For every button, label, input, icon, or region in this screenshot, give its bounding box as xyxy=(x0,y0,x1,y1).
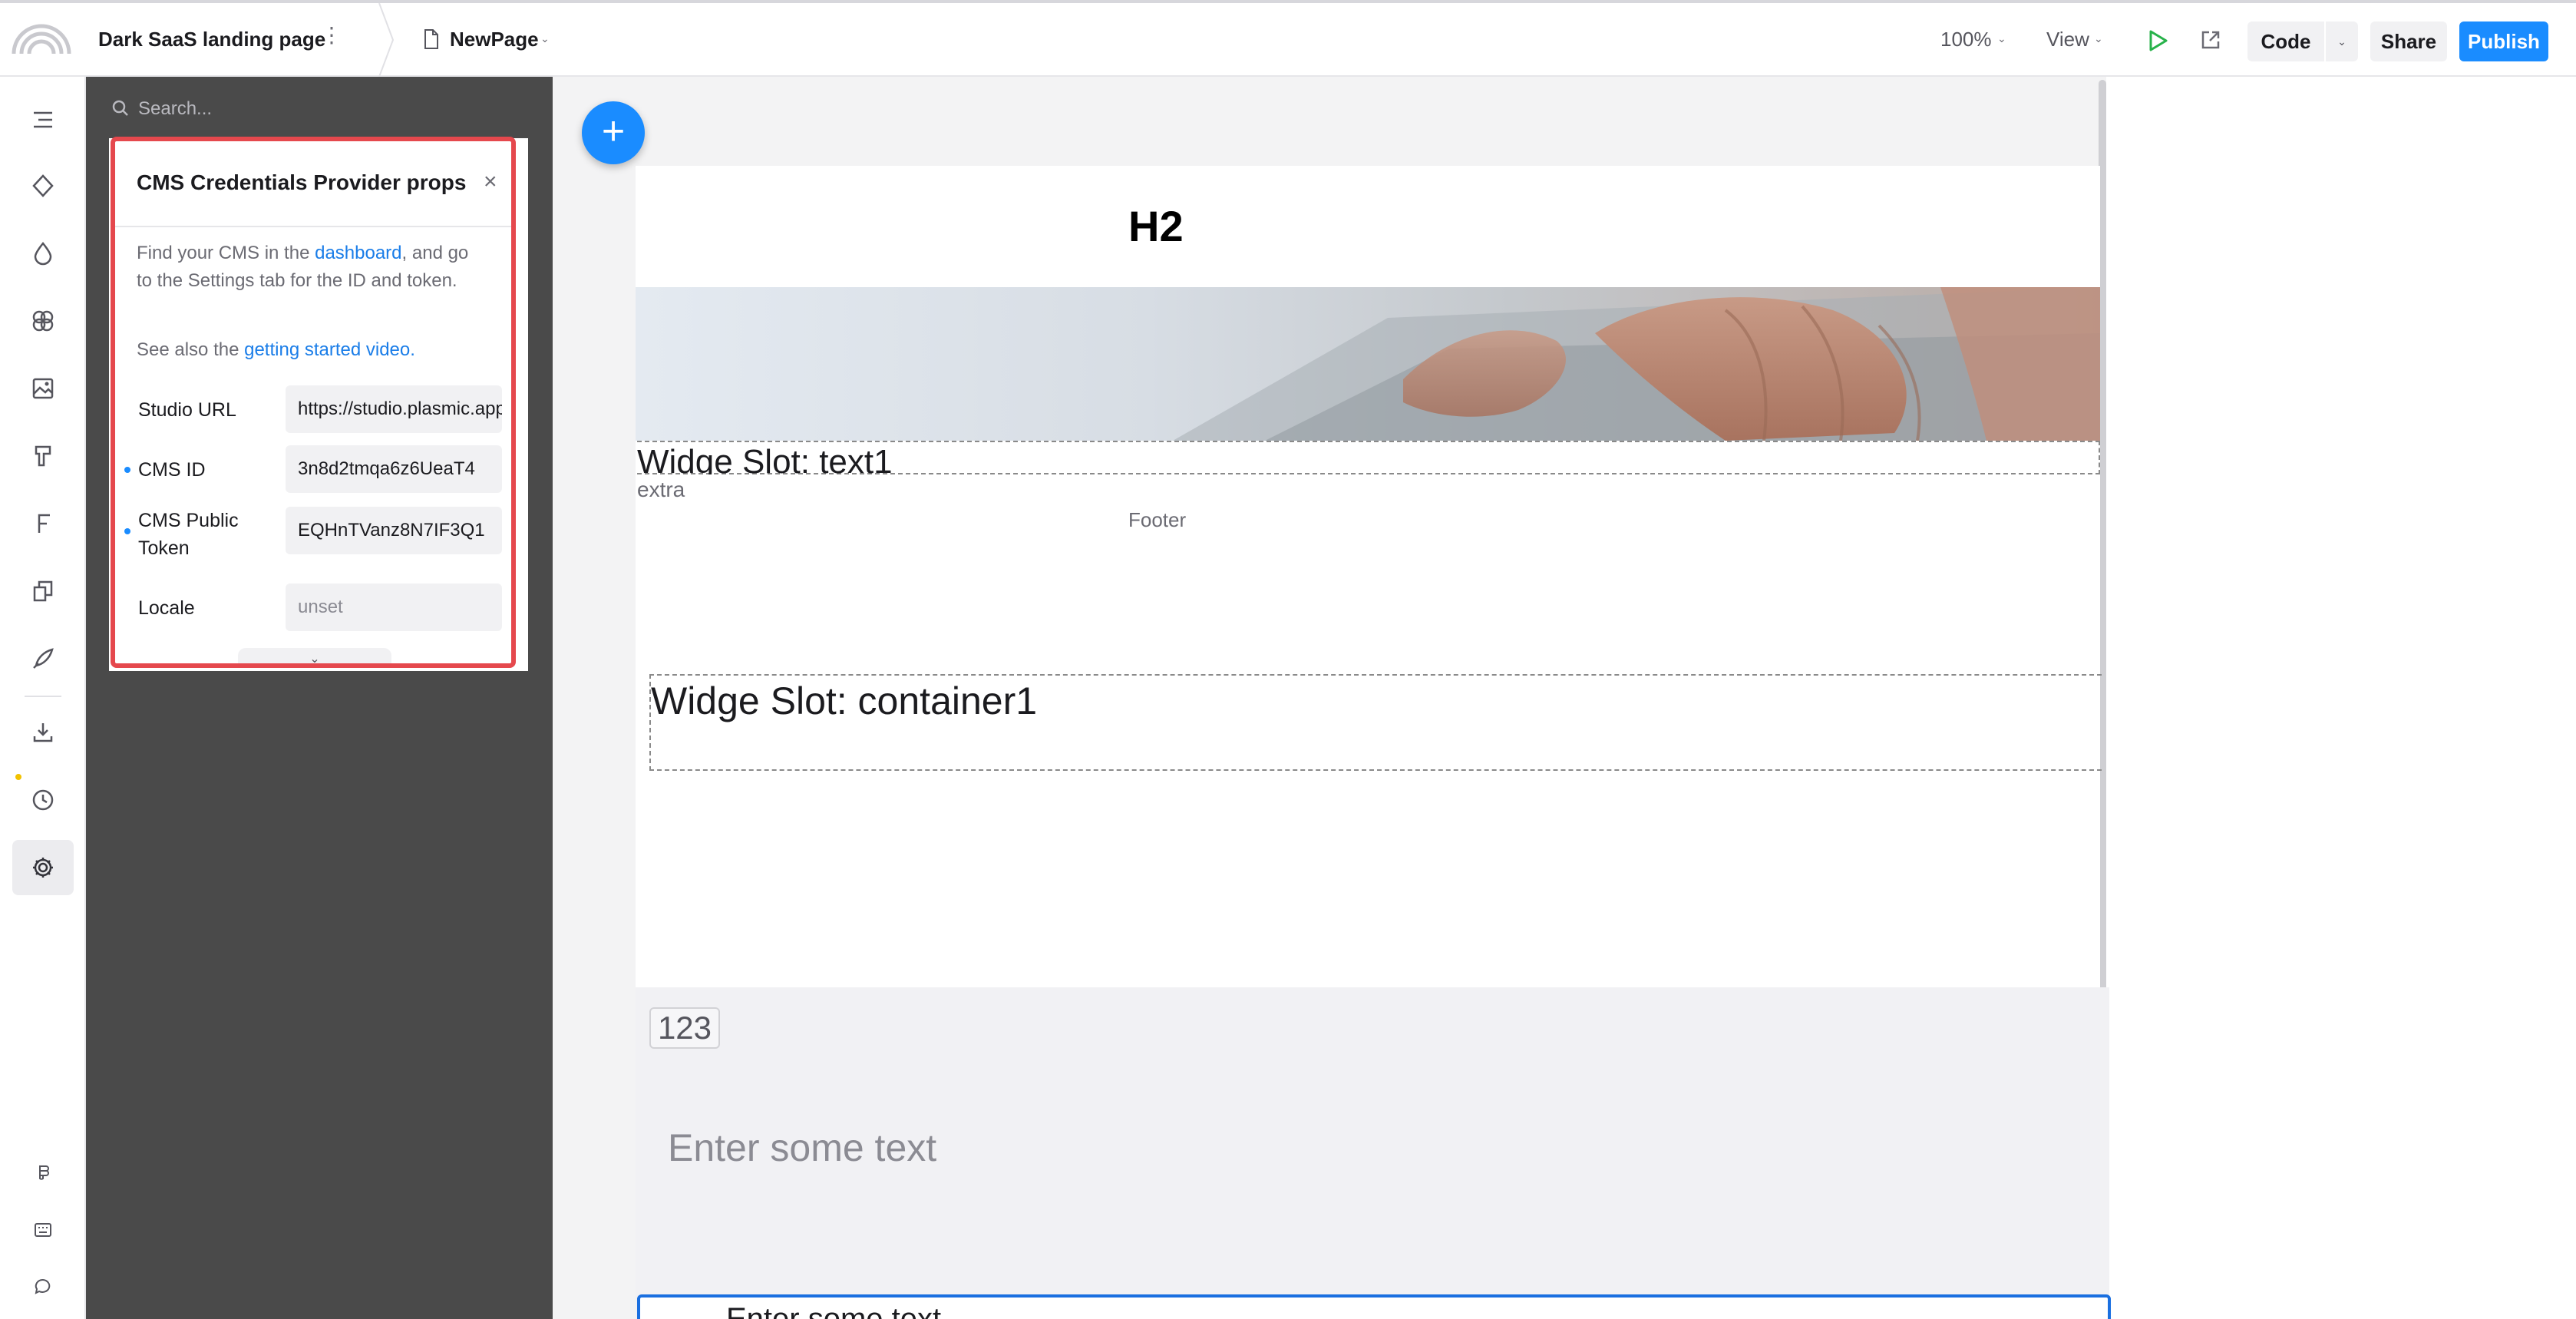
description-text: Find your CMS in the xyxy=(137,243,315,263)
prop-label: Locale xyxy=(138,597,195,619)
prop-label: CMS ID xyxy=(138,459,206,481)
tokens-icon xyxy=(34,242,52,266)
see-also-text: See also the getting started video. xyxy=(137,336,490,364)
selected-text-input-value[interactable]: Enter some text xyxy=(726,1302,941,1319)
extra-label[interactable]: extra xyxy=(637,478,685,502)
see-also-suffix: . xyxy=(410,339,415,360)
data-tab[interactable] xyxy=(12,428,74,484)
shortcuts-tab[interactable] xyxy=(12,1202,74,1258)
page-selector[interactable]: NewPage xyxy=(450,28,539,51)
top-bar: Dark SaaS landing page ⋮ NewPage ⌄ 100% … xyxy=(0,0,2576,77)
figma-tab[interactable] xyxy=(12,1145,74,1201)
outline-tab[interactable] xyxy=(12,92,74,147)
scroll-down-icon[interactable]: ⌄ xyxy=(238,648,391,663)
components-tab[interactable] xyxy=(12,158,74,213)
chevron-down-icon[interactable]: ⌄ xyxy=(2094,32,2103,45)
figma-icon xyxy=(39,1165,49,1180)
download-icon xyxy=(33,723,53,742)
studio-url-field[interactable]: https://studio.plasmic.app xyxy=(286,385,502,433)
prop-label: Studio URL xyxy=(138,399,236,421)
external-link-icon[interactable] xyxy=(2200,29,2221,51)
popover-title: CMS Credentials Provider props xyxy=(137,170,467,194)
share-button[interactable]: Share xyxy=(2370,21,2447,61)
rail-divider xyxy=(25,696,61,697)
locale-field[interactable]: unset xyxy=(286,583,502,631)
history-tab[interactable] xyxy=(12,772,74,828)
divider xyxy=(115,226,511,227)
components-icon xyxy=(32,174,54,197)
chat-icon xyxy=(35,1278,51,1294)
footer-label[interactable]: Footer xyxy=(1128,508,1186,532)
pages-tab[interactable] xyxy=(12,564,74,619)
plasmic-logo-icon[interactable] xyxy=(11,18,72,57)
breadcrumb-separator-icon xyxy=(378,3,395,77)
project-menu-icon[interactable]: ⋮ xyxy=(321,25,342,46)
dashboard-link[interactable]: dashboard xyxy=(315,243,401,263)
slot-container1-label: Widge Slot: container1 xyxy=(651,679,1038,722)
prop-set-indicator xyxy=(124,528,130,534)
code-button-label[interactable]: Code xyxy=(2247,21,2324,61)
publish-button[interactable]: Publish xyxy=(2459,21,2548,61)
props-popover: CMS Credentials Provider props × Find yo… xyxy=(111,137,516,668)
rocket-icon xyxy=(33,648,54,669)
project-title[interactable]: Dark SaaS landing page xyxy=(98,28,325,51)
prop-set-indicator xyxy=(124,467,130,473)
gear-icon xyxy=(33,858,53,878)
pages-icon xyxy=(33,580,53,602)
cms-public-token-field[interactable]: EQHnTVanz8N7IF3Q1 xyxy=(286,507,502,554)
chevron-down-icon[interactable]: ⌄ xyxy=(540,32,550,45)
data-icon xyxy=(35,445,51,467)
images-icon xyxy=(32,378,54,399)
search-input[interactable]: Search... xyxy=(138,98,212,120)
text-placeholder[interactable]: Enter some text xyxy=(668,1126,936,1170)
slot-text1-label: Widge Slot: text1 xyxy=(637,443,893,474)
typing-hands-image xyxy=(636,287,2100,441)
zoom-level[interactable]: 100% xyxy=(1940,28,1992,51)
history-icon xyxy=(32,789,54,811)
publish-tab[interactable] xyxy=(12,631,74,686)
add-element-button[interactable]: + xyxy=(582,101,645,164)
tokens-tab[interactable] xyxy=(12,226,74,281)
close-icon[interactable]: × xyxy=(484,170,497,193)
assets-icon xyxy=(32,310,54,332)
code-button[interactable]: Code ⌄ xyxy=(2247,21,2358,61)
prop-label: CMS Public Token xyxy=(138,510,239,559)
hero-image[interactable] xyxy=(636,287,2100,441)
chevron-down-icon[interactable]: ⌄ xyxy=(1997,32,2006,45)
popover-description: Find your CMS in the dashboard, and go t… xyxy=(137,240,474,295)
settings-tab[interactable] xyxy=(12,840,74,895)
see-also-prefix: See also the xyxy=(137,339,245,360)
fonts-icon xyxy=(38,514,50,533)
imports-tab[interactable] xyxy=(12,705,74,760)
keyboard-icon xyxy=(35,1223,51,1237)
heading-h2[interactable]: H2 xyxy=(1128,201,1184,251)
outline-icon xyxy=(34,111,52,128)
play-icon[interactable] xyxy=(2146,29,2169,52)
search-icon xyxy=(112,100,128,116)
right-panel-blank xyxy=(2106,77,2576,1319)
search-bar[interactable]: Search... xyxy=(86,77,553,138)
chat-tab[interactable] xyxy=(12,1259,74,1314)
assets-tab[interactable] xyxy=(12,293,74,349)
view-menu[interactable]: View xyxy=(2046,28,2089,51)
cms-id-field[interactable]: 3n8d2tmqa6z6UeaT4 xyxy=(286,445,502,493)
chevron-down-icon[interactable]: ⌄ xyxy=(2324,21,2358,61)
fonts-tab[interactable] xyxy=(12,496,74,551)
images-tab[interactable] xyxy=(12,361,74,416)
left-rail xyxy=(0,77,86,1319)
counter-badge[interactable]: 123 xyxy=(649,1007,720,1049)
page-icon xyxy=(424,29,438,49)
getting-started-video-link[interactable]: getting started video xyxy=(244,339,410,360)
